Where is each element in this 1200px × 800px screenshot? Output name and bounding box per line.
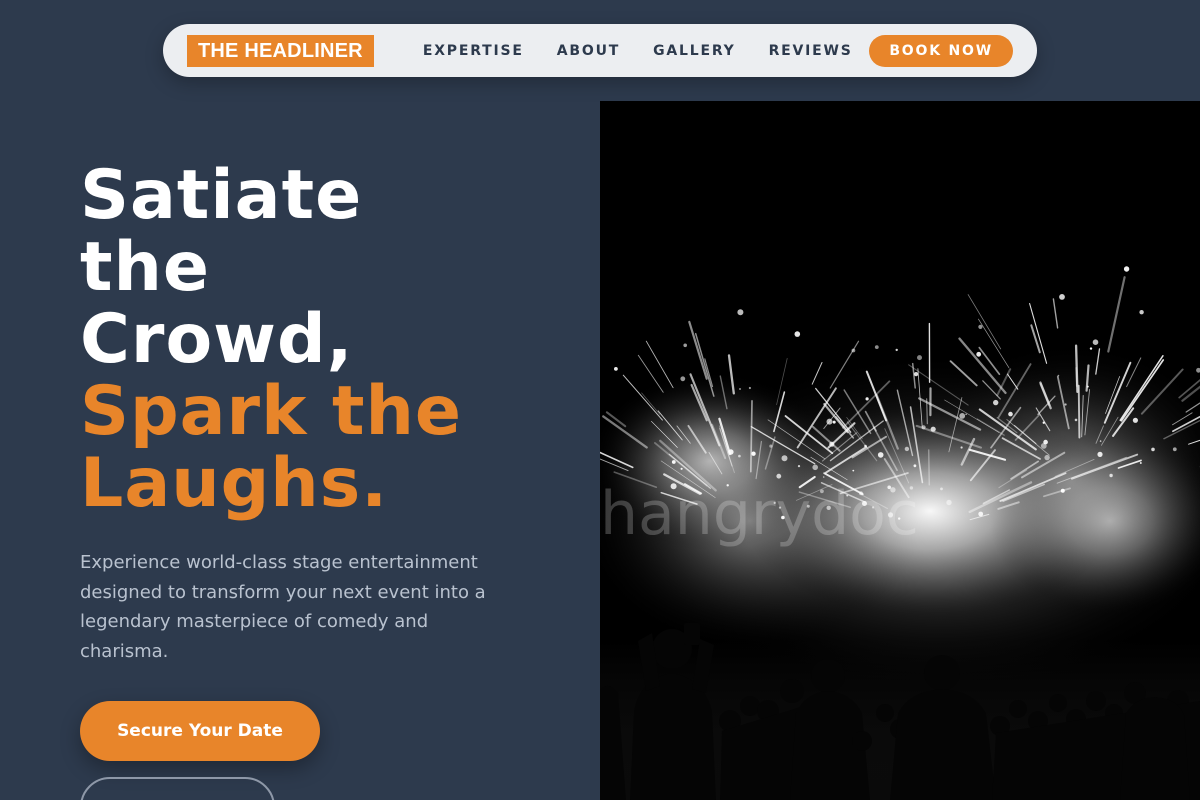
secure-date-button[interactable]: Secure Your Date — [80, 701, 320, 761]
nav-link-expertise[interactable]: EXPERTISE — [423, 43, 524, 59]
firework-spark — [1043, 439, 1048, 445]
firework-streak — [749, 400, 753, 473]
firework-spark — [614, 367, 618, 371]
firework-spark — [1139, 462, 1142, 464]
image-watermark: hangrydoc — [600, 479, 919, 549]
nav-link-reviews[interactable]: REVIEWS — [769, 43, 853, 59]
firework-spark — [1057, 374, 1060, 377]
firework-spark — [946, 499, 952, 506]
firework-spark — [1064, 403, 1067, 406]
firework-spark — [1089, 347, 1093, 350]
headline-line: Crowd, — [80, 300, 354, 379]
firework-spark — [930, 426, 936, 432]
firework-spark — [728, 449, 734, 455]
firework-spark — [1059, 294, 1065, 300]
firework-spark — [1151, 447, 1155, 452]
firework-spark — [739, 388, 741, 390]
firework-spark — [1123, 266, 1130, 272]
nav-links: EXPERTISE ABOUT GALLERY REVIEWS — [423, 43, 853, 59]
firework-spark — [895, 348, 898, 352]
hero-description: Experience world-class stage entertainme… — [80, 552, 486, 662]
firework-spark — [680, 376, 686, 382]
firework-spark — [781, 455, 788, 462]
firework-spark — [1097, 451, 1103, 457]
firework-spark — [993, 399, 999, 406]
book-now-button[interactable]: BOOK NOW — [869, 34, 1013, 67]
firework-spark — [1086, 385, 1089, 388]
firework-spark — [1172, 447, 1177, 452]
firework-spark — [960, 446, 963, 449]
secondary-cta-button[interactable] — [80, 777, 275, 800]
nav-link-gallery[interactable]: GALLERY — [653, 43, 735, 59]
firework-spark — [1109, 473, 1113, 478]
headline-line: Satiate — [80, 156, 363, 235]
firework-spark — [751, 451, 756, 456]
firework-spark — [904, 446, 910, 452]
top-nav: THE HEADLINER EXPERTISE ABOUT GALLERY RE… — [163, 24, 1037, 77]
firework-spark — [822, 476, 825, 478]
firework-spark — [769, 444, 773, 448]
firework-streak — [927, 449, 931, 486]
firework-spark — [794, 331, 801, 337]
firework-spark — [1132, 417, 1138, 423]
firework-streak — [1074, 344, 1079, 393]
firework-spark — [1074, 418, 1078, 422]
headline-line: the — [80, 228, 211, 307]
nav-link-about[interactable]: ABOUT — [557, 43, 620, 59]
firework-spark — [976, 351, 982, 357]
firework-spark — [748, 386, 751, 390]
hero-headline: Satiate the Crowd, Spark the Laughs. — [80, 160, 560, 520]
firework-spark — [1139, 310, 1144, 315]
hero-fireworks-image: hangrydoc — [600, 101, 1200, 800]
firework-spark — [864, 444, 867, 448]
firework-spark — [877, 452, 884, 458]
firework-spark — [797, 465, 801, 468]
firework-spark — [680, 467, 683, 470]
firework-spark — [921, 425, 926, 430]
firework-spark — [683, 343, 687, 348]
firework-spark — [874, 345, 879, 349]
firework-spark — [1099, 440, 1102, 442]
firework-spark — [829, 441, 835, 447]
firework-spark — [978, 324, 983, 329]
firework-spark — [852, 469, 855, 472]
hero-text: Satiate the Crowd, Spark the Laughs. Exp… — [80, 160, 560, 666]
landing-page: THE HEADLINER EXPERTISE ABOUT GALLERY RE… — [0, 0, 1200, 800]
fireworks-illustration — [600, 101, 1200, 800]
firework-spark — [1092, 339, 1099, 345]
firework-spark — [940, 487, 943, 491]
firework-spark — [737, 309, 744, 316]
firework-spark — [812, 464, 818, 471]
firework-spark — [1008, 411, 1013, 417]
firework-spark — [671, 460, 676, 464]
firework-streak — [1077, 384, 1081, 439]
headline-accent-line: Laughs. — [80, 444, 389, 523]
firework-spark — [1042, 421, 1045, 424]
firework-spark — [913, 464, 917, 468]
firework-spark — [978, 511, 984, 517]
firework-spark — [738, 454, 741, 458]
firework-spark — [865, 397, 869, 401]
headline-accent-line: Spark the — [80, 372, 463, 451]
firework-spark — [917, 355, 922, 361]
firework-spark — [826, 418, 833, 425]
firework-spark — [1060, 488, 1065, 493]
firework-spark — [965, 413, 967, 416]
brand-logo[interactable]: THE HEADLINER — [187, 34, 374, 67]
firework-spark — [832, 420, 836, 424]
firework-spark — [776, 473, 782, 479]
firework-spark — [914, 372, 919, 377]
firework-spark — [959, 413, 966, 419]
firework-spark — [851, 348, 856, 353]
firework-spark — [1044, 454, 1050, 461]
